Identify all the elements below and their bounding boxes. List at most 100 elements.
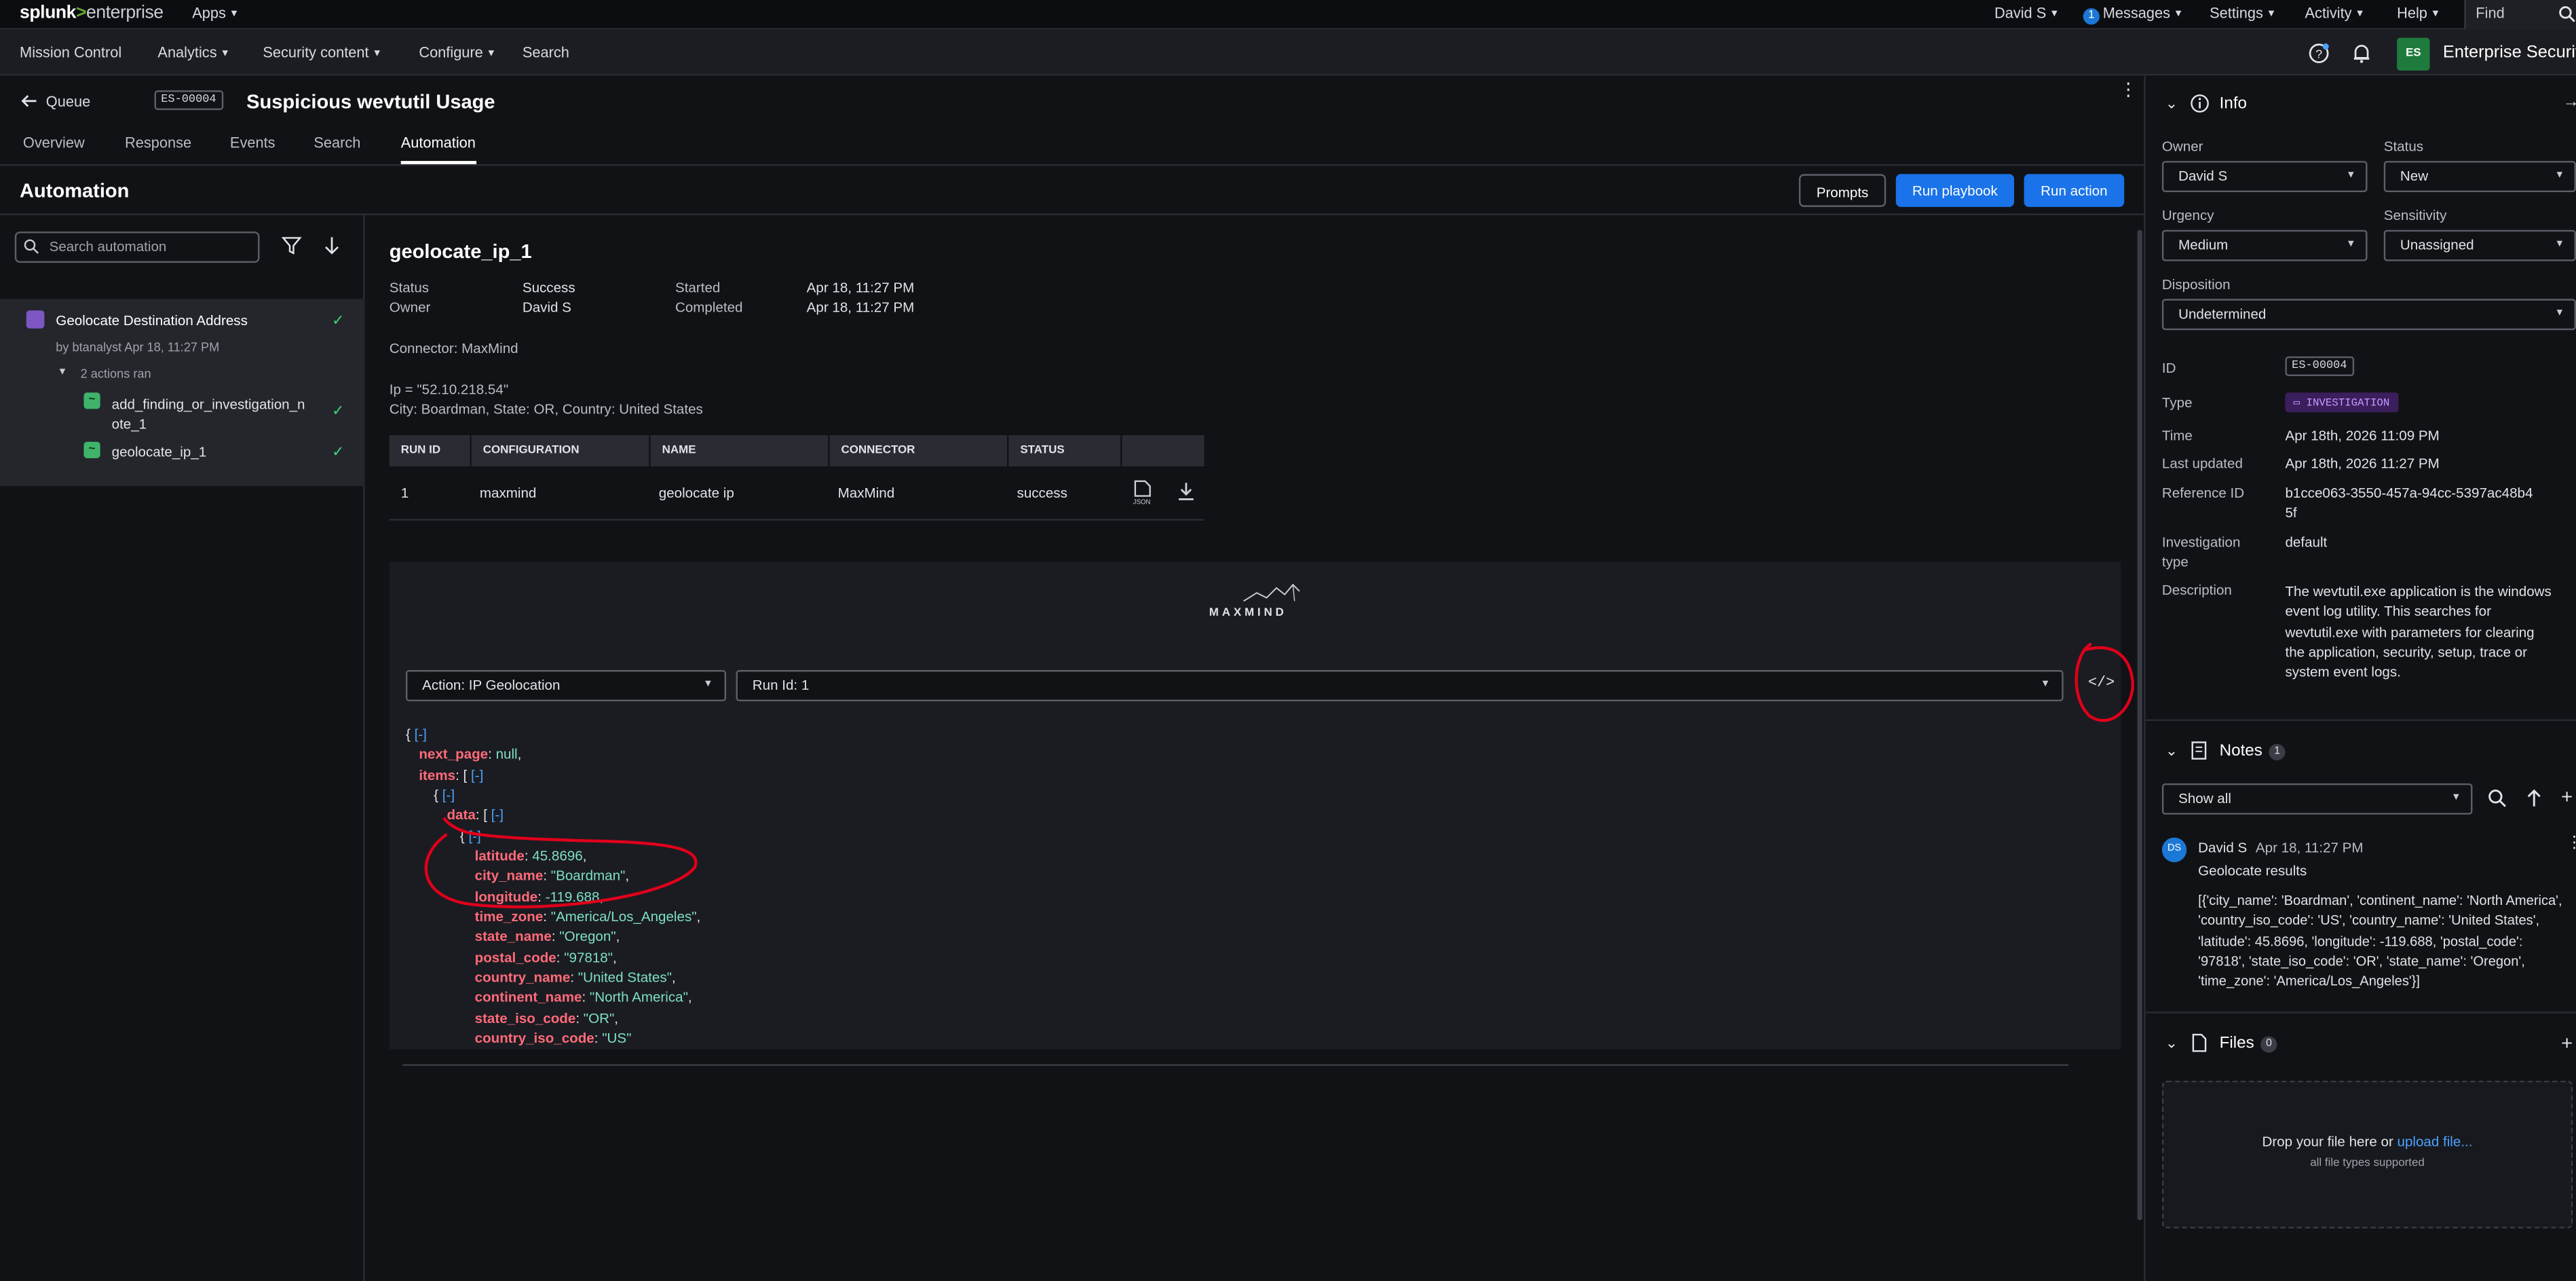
notes-filter-select[interactable]: Show all ▼ [2161,783,2473,815]
find-input[interactable]: Find [2464,0,2576,30]
add-note-icon[interactable]: + [2561,785,2573,808]
app-nav-bar [0,29,2576,76]
notes-section-title: Notes 1 [2220,742,2286,761]
enterprise-security-app-icon[interactable]: ES [2397,37,2430,71]
run-playbook-button[interactable]: Run playbook [1895,174,2015,207]
tab-search[interactable]: Search [314,134,360,151]
owner-value: David S [522,299,571,316]
help-menu[interactable]: Help ▼ [2397,5,2440,21]
json-key: continent_name [474,989,582,1006]
json-field: country_iso_code: "US" [474,1030,632,1047]
settings-menu[interactable]: Settings ▼ [2210,5,2276,21]
apps-menu[interactable]: Apps ▼ [192,5,239,21]
tab-events[interactable]: Events [230,134,276,151]
disposition-field-label: Disposition [2161,276,2231,293]
actions-ran-label: 2 actions ran [80,366,151,382]
prompts-button[interactable]: Prompts [1798,174,1887,207]
find-placeholder: Find [2476,5,2505,22]
sort-down-icon[interactable] [322,235,341,256]
json-collapse-toggle[interactable]: [-] [415,726,427,742]
avatar: DS [2161,837,2187,863]
collapse-panel-icon[interactable]: → [2563,94,2576,112]
splunk-logo[interactable]: splunk>enterprise [20,3,164,23]
caret-down-icon: ▼ [486,49,497,60]
upload-file-link[interactable]: upload file... [2398,1133,2473,1149]
file-dropzone[interactable] [2161,1080,2573,1229]
tab-automation[interactable]: Automation [401,134,476,151]
search-icon[interactable] [2487,788,2507,808]
chevron-down-icon[interactable]: ⌄ [2165,742,2178,760]
tab-overview[interactable]: Overview [23,134,85,151]
activity-menu[interactable]: Activity ▼ [2305,5,2365,21]
owner-select[interactable]: David S ▼ [2161,161,2368,193]
completed-value: Apr 18, 11:27 PM [806,299,915,316]
add-file-icon[interactable]: + [2561,1031,2573,1054]
queue-link[interactable]: Queue [46,94,90,110]
sensitivity-select[interactable]: Unassigned ▼ [2383,229,2576,261]
time-field-value: Apr 18th, 2026 11:09 PM [2285,426,2440,444]
json-collapse-toggle[interactable]: [-] [442,787,455,803]
notes-count-badge: 1 [2269,743,2286,761]
bell-icon[interactable] [2351,43,2372,64]
json-collapse-toggle[interactable]: [-] [468,828,480,844]
section-divider [2145,1011,2576,1014]
help-circle-icon[interactable]: ? [2308,43,2329,64]
tab-response[interactable]: Response [125,134,191,151]
json-key: country_name [474,969,571,986]
time-field-label: Time [2161,426,2193,444]
last-updated-label: Last updated [2161,455,2243,472]
section-divider [2145,719,2576,722]
json-file-icon[interactable]: JSON [1131,479,1154,506]
back-arrow-icon[interactable] [20,92,38,110]
nav-analytics[interactable]: Analytics ▼ [157,44,229,60]
nav-search[interactable]: Search [523,44,569,60]
cell-connector: MaxMind [837,484,895,501]
json-line: data: [ [-] [447,806,504,823]
note-more-icon[interactable]: ⋮ [2566,834,2576,853]
download-icon[interactable] [1176,481,1196,501]
app-name: Enterprise Security [2442,42,2576,62]
search-automation-input[interactable]: Search automation [14,231,260,263]
owner-select-value: David S [2178,167,2228,184]
action-item-add-finding[interactable]: add_finding_or_investigation_n ote_1 [112,394,305,434]
run-action-button[interactable]: Run action [2024,174,2125,207]
description-label: Description [2161,581,2232,598]
playbook-name[interactable]: Geolocate Destination Address [56,312,248,329]
action-select[interactable]: Action: IP Geolocation ▼ [405,670,727,701]
chevron-down-icon[interactable]: ⌄ [2165,1035,2178,1053]
note-body-line: '97818', 'state_iso_code': 'OR', 'state_… [2198,952,2525,969]
more-options-icon[interactable]: ⋮ [2119,81,2138,100]
caret-down-icon: ▼ [2451,793,2461,803]
code-view-icon[interactable]: </> [2088,675,2115,691]
collapse-triangle-icon[interactable]: ▼ [58,368,67,378]
nav-mission-control[interactable]: Mission Control [20,44,121,60]
messages-menu[interactable]: 1 Messages ▼ [2083,5,2183,25]
json-value: "North America" [589,989,688,1006]
json-line: { [-] [406,724,700,745]
widget-bottom-divider [402,1064,2068,1066]
result-summary: City: Boardman, State: OR, Country: Unit… [389,401,703,417]
nav-configure[interactable]: Configure ▼ [419,44,496,60]
status-select[interactable]: New ▼ [2383,161,2576,193]
maxmind-brand: MAXMIND [1209,608,1287,620]
reference-id-value: b1cce063-3550-457a-94cc-5397ac48b4 [2285,484,2533,501]
user-menu[interactable]: David S ▼ [1994,5,2060,21]
run-id-select[interactable]: Run Id: 1 ▼ [736,670,2064,701]
json-collapse-toggle[interactable]: [-] [471,766,483,783]
status-field-label: Status [2383,138,2424,155]
filter-icon[interactable] [281,235,302,256]
nav-security-content[interactable]: Security content ▼ [263,44,382,60]
chevron-down-icon[interactable]: ⌄ [2165,95,2178,113]
disposition-select[interactable]: Undetermined ▼ [2161,299,2576,331]
sort-up-icon[interactable] [2525,788,2543,808]
json-collapse-toggle[interactable]: [-] [491,807,504,823]
action-item-geolocate-ip[interactable]: geolocate_ip_1 [112,443,207,460]
caret-down-icon: ▼ [2554,308,2565,319]
search-icon[interactable] [2558,5,2576,23]
urgency-select[interactable]: Medium ▼ [2161,229,2368,261]
caret-down-icon: ▼ [220,49,230,60]
json-value: "America/Los_Angeles" [550,908,697,925]
note-body-line: 'country_iso_code': 'US', 'country_name'… [2198,912,2540,929]
json-field: country_name: "United States", [474,969,676,986]
main-scrollbar[interactable] [2137,229,2142,1221]
